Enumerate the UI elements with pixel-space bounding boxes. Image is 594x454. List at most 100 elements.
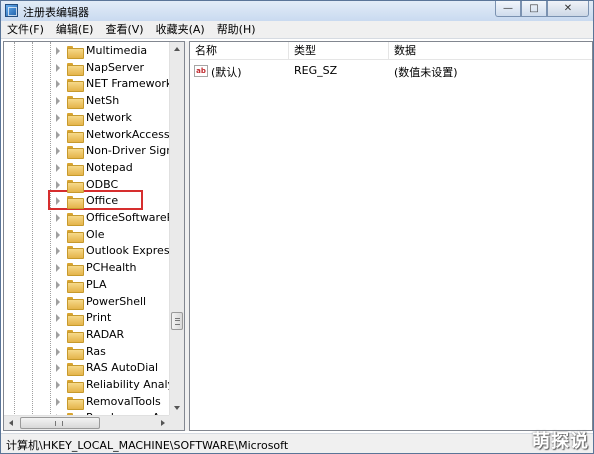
scroll-up-arrow-icon[interactable] bbox=[170, 42, 184, 57]
folder-icon bbox=[67, 162, 84, 176]
scroll-left-arrow-icon[interactable] bbox=[4, 416, 19, 430]
menu-edit[interactable]: 编辑(E) bbox=[50, 21, 100, 39]
column-type[interactable]: 类型 bbox=[289, 42, 389, 60]
tree-node[interactable]: Reliability Analysis bbox=[4, 377, 170, 394]
title-bar[interactable]: 注册表编辑器 — □ ✕ bbox=[1, 1, 593, 21]
expand-arrow-icon[interactable] bbox=[56, 347, 60, 356]
tree-node[interactable]: Office bbox=[4, 193, 170, 210]
expand-arrow-icon[interactable] bbox=[56, 97, 60, 106]
scroll-corner bbox=[169, 415, 184, 430]
tree-node-label: OfficeSoftwarePro bbox=[86, 211, 170, 224]
expand-arrow-icon[interactable] bbox=[56, 180, 60, 189]
tree-node[interactable]: NET Framework Se bbox=[4, 76, 170, 93]
maximize-icon: □ bbox=[529, 3, 539, 14]
expand-arrow-icon[interactable] bbox=[56, 264, 60, 273]
folder-icon bbox=[67, 246, 84, 260]
tree-node-label: Ras bbox=[86, 344, 106, 358]
scroll-down-arrow-icon[interactable] bbox=[170, 401, 184, 416]
scroll-right-arrow-icon[interactable] bbox=[155, 416, 170, 430]
expand-arrow-icon[interactable] bbox=[56, 330, 60, 339]
folder-icon bbox=[67, 96, 84, 110]
tree-node[interactable]: OfficeSoftwarePro bbox=[4, 210, 170, 227]
tree-node[interactable]: Notepad bbox=[4, 160, 170, 177]
expand-arrow-icon[interactable] bbox=[56, 314, 60, 323]
expand-arrow-icon[interactable] bbox=[56, 197, 60, 206]
tree-node[interactable]: NapServer bbox=[4, 60, 170, 77]
vertical-scroll-thumb[interactable] bbox=[171, 312, 183, 330]
tree-horizontal-scrollbar[interactable] bbox=[4, 415, 170, 430]
expand-arrow-icon[interactable] bbox=[56, 147, 60, 156]
expand-arrow-icon[interactable] bbox=[56, 397, 60, 406]
minimize-button[interactable]: — bbox=[495, 1, 521, 17]
tree-node-label: Print bbox=[86, 311, 112, 325]
values-list-pane[interactable]: 名称 类型 数据 ab (默认) REG_SZ (数值未设置) bbox=[189, 41, 593, 431]
horizontal-scroll-thumb[interactable] bbox=[20, 417, 100, 429]
tree-node-label: ODBC bbox=[86, 177, 119, 191]
tree-node-label: RAS AutoDial bbox=[86, 361, 159, 375]
tree-node[interactable]: Multimedia bbox=[4, 43, 170, 60]
menu-help[interactable]: 帮助(H) bbox=[211, 21, 262, 39]
expand-arrow-icon[interactable] bbox=[56, 280, 60, 289]
tree-node[interactable]: Outlook Express bbox=[4, 243, 170, 260]
expand-arrow-icon[interactable] bbox=[56, 63, 60, 72]
folder-icon bbox=[67, 296, 84, 310]
tree-node-label: Notepad bbox=[86, 160, 133, 174]
window-title: 注册表编辑器 bbox=[23, 6, 89, 19]
expand-arrow-icon[interactable] bbox=[56, 130, 60, 139]
expand-arrow-icon[interactable] bbox=[56, 297, 60, 306]
tree-node[interactable]: ODBC bbox=[4, 177, 170, 194]
folder-icon bbox=[67, 263, 84, 277]
tree-vertical-scrollbar[interactable] bbox=[169, 42, 184, 416]
value-row[interactable]: ab (默认) REG_SZ (数值未设置) bbox=[190, 62, 592, 80]
expand-arrow-icon[interactable] bbox=[56, 47, 60, 55]
tree-node[interactable]: Ras bbox=[4, 344, 170, 361]
tree-node[interactable]: Network bbox=[4, 110, 170, 127]
tree-node[interactable]: Non-Driver Signin bbox=[4, 143, 170, 160]
column-data[interactable]: 数据 bbox=[389, 42, 592, 60]
menu-favorites[interactable]: 收藏夹(A) bbox=[150, 21, 211, 39]
tree-node[interactable]: RemovalTools bbox=[4, 394, 170, 411]
tree-node[interactable]: RAS AutoDial bbox=[4, 360, 170, 377]
column-name[interactable]: 名称 bbox=[190, 42, 289, 60]
tree-node[interactable]: NetSh bbox=[4, 93, 170, 110]
tree-node[interactable]: Print bbox=[4, 310, 170, 327]
folder-icon bbox=[67, 329, 84, 343]
expand-arrow-icon[interactable] bbox=[56, 364, 60, 373]
registry-editor-window: 注册表编辑器 — □ ✕ 文件(F) 编辑(E) 查看(V) 收藏夹(A) 帮助… bbox=[0, 0, 594, 454]
maximize-button[interactable]: □ bbox=[521, 1, 547, 17]
folder-icon bbox=[67, 213, 84, 226]
tree-node-label: PCHealth bbox=[86, 261, 137, 275]
tree-node[interactable]: RADAR bbox=[4, 327, 170, 344]
folder-icon bbox=[67, 229, 84, 243]
folder-icon bbox=[67, 112, 84, 126]
tree-node[interactable]: NetworkAccessPr bbox=[4, 127, 170, 144]
tree-node-label: Outlook Express bbox=[86, 244, 170, 258]
expand-arrow-icon[interactable] bbox=[56, 381, 60, 389]
tree-node-label: NET Framework Se bbox=[86, 77, 170, 91]
registry-tree-pane[interactable]: Multimedia NapServer NET Framework Se NetSh… bbox=[3, 41, 185, 431]
regedit-app-icon bbox=[5, 4, 18, 17]
expand-arrow-icon[interactable] bbox=[56, 163, 60, 172]
expand-arrow-icon[interactable] bbox=[56, 230, 60, 239]
value-type: REG_SZ bbox=[294, 64, 338, 77]
tree-node[interactable]: Ole bbox=[4, 227, 170, 244]
close-icon: ✕ bbox=[563, 3, 573, 14]
tree-node-label: PLA bbox=[86, 277, 107, 291]
expand-arrow-icon[interactable] bbox=[56, 80, 60, 89]
menu-file[interactable]: 文件(F) bbox=[1, 21, 50, 39]
expand-arrow-icon[interactable] bbox=[56, 247, 60, 256]
expand-arrow-icon[interactable] bbox=[56, 214, 60, 222]
tree-node[interactable]: PLA bbox=[4, 277, 170, 294]
tree-node-label: Reliability Analysis bbox=[86, 378, 170, 391]
menu-bar: 文件(F) 编辑(E) 查看(V) 收藏夹(A) 帮助(H) bbox=[1, 21, 593, 39]
tree-node[interactable]: PCHealth bbox=[4, 260, 170, 277]
tree-node[interactable]: PowerShell bbox=[4, 294, 170, 311]
menu-view[interactable]: 查看(V) bbox=[99, 21, 149, 39]
expand-arrow-icon[interactable] bbox=[56, 113, 60, 122]
value-data: (数值未设置) bbox=[394, 66, 458, 79]
close-button[interactable]: ✕ bbox=[547, 1, 589, 17]
watermark: 萌探说 bbox=[532, 431, 589, 452]
tree-node-label: Office bbox=[86, 194, 119, 208]
column-header: 名称 类型 数据 bbox=[190, 42, 592, 60]
tree-node-label: NapServer bbox=[86, 60, 145, 74]
